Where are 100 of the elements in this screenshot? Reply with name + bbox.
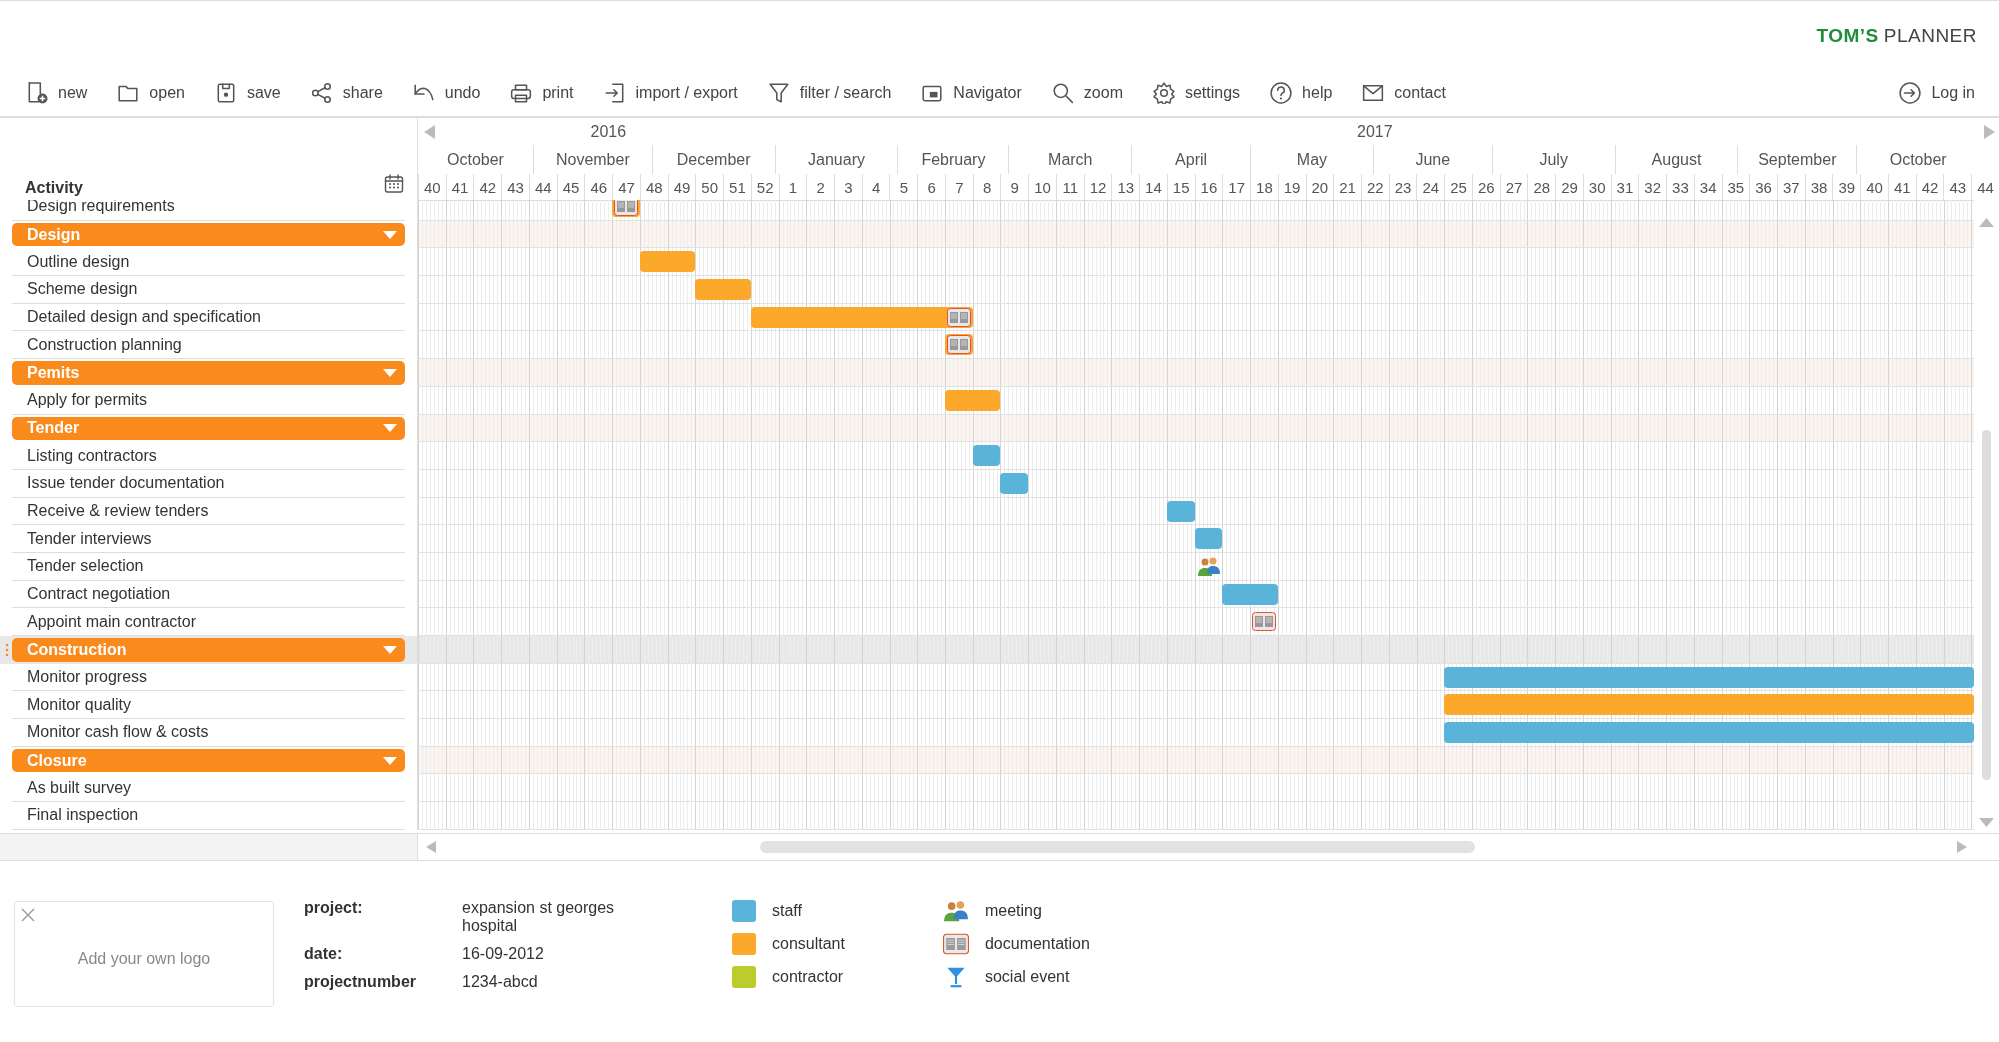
task-bar[interactable] <box>612 200 640 217</box>
week-number: 17 <box>1222 174 1251 200</box>
week-number: 7 <box>944 174 973 200</box>
week-number: 22 <box>1360 174 1389 200</box>
task-name[interactable]: Receive & review tenders <box>12 497 405 526</box>
task-name[interactable]: Monitor quality <box>12 691 405 720</box>
toolbar-button[interactable]: new <box>26 82 88 104</box>
task-name[interactable]: Outline design <box>12 248 405 277</box>
task-name[interactable]: As built survey <box>12 774 405 803</box>
info-value: 1234-abcd <box>462 973 539 991</box>
legend-label: documentation <box>984 935 1090 953</box>
week-number: 25 <box>1444 174 1472 200</box>
week-number: 12 <box>1083 174 1112 200</box>
week-number: 40 <box>1860 174 1888 200</box>
toolbar-button[interactable]: share <box>310 82 383 104</box>
week-number: 43 <box>1943 174 1972 200</box>
week-number: 29 <box>1555 174 1583 200</box>
week-number: 5 <box>889 174 918 200</box>
week-number: 37 <box>1777 174 1805 200</box>
year-label: 2016 <box>589 121 628 142</box>
login-button[interactable]: Log in <box>1899 82 1975 104</box>
month-label: September <box>1737 145 1857 174</box>
week-number: 1 <box>778 174 807 200</box>
task-bar[interactable] <box>1222 583 1278 605</box>
task-bar[interactable] <box>639 251 696 273</box>
task-name[interactable]: Issue tender documentation <box>12 469 405 498</box>
week-number: 42 <box>473 174 502 200</box>
toolbar-button[interactable]: help <box>1270 82 1333 104</box>
month-label: June <box>1372 145 1492 174</box>
scroll-right-icon[interactable] <box>1983 125 1995 139</box>
task-bar[interactable] <box>1194 528 1223 550</box>
week-number: 19 <box>1277 174 1306 200</box>
month-label: November <box>532 145 652 174</box>
calendar-icon[interactable] <box>383 173 405 195</box>
logo-product: PLANNER <box>1883 24 1977 47</box>
login-icon <box>1899 82 1922 104</box>
logo-upload-box[interactable]: Add your own logo <box>14 901 274 1007</box>
task-bar[interactable] <box>972 445 1001 467</box>
task-name[interactable]: Construction planning <box>12 331 405 360</box>
toolbar-button[interactable]: Navigator <box>921 82 1022 104</box>
week-number: 48 <box>639 174 668 200</box>
task-name[interactable]: Final inspection <box>12 802 405 830</box>
caret-icon[interactable] <box>383 424 397 433</box>
week-number: 27 <box>1499 174 1528 200</box>
task-name[interactable]: Scheme design <box>12 276 405 304</box>
task-name[interactable]: Tender interviews <box>12 525 405 553</box>
task-name[interactable]: Contract negotiation <box>12 580 405 609</box>
task-name[interactable]: Detailed design and specification <box>12 303 405 332</box>
caret-icon[interactable] <box>383 368 397 377</box>
task-name[interactable]: Monitor cash flow & costs <box>12 719 405 747</box>
toolbar-button[interactable]: filter / search <box>767 82 892 104</box>
toolbar-button[interactable]: open <box>117 82 185 104</box>
toolbar-button[interactable]: settings <box>1152 82 1241 104</box>
week-number: 6 <box>917 174 945 200</box>
toolbar-button[interactable]: import / export <box>603 82 738 104</box>
info-label: date: <box>304 945 344 963</box>
task-bar[interactable] <box>1444 722 1974 744</box>
scroll-left-icon[interactable] <box>426 841 436 853</box>
task-bar[interactable] <box>750 306 973 328</box>
book-icon <box>1251 612 1276 632</box>
year-label: 2017 <box>1356 121 1394 142</box>
legend-label: staff <box>772 902 802 920</box>
task-name[interactable]: Design requirements <box>12 200 405 221</box>
task-bar[interactable] <box>945 389 1001 411</box>
week-number: 31 <box>1610 174 1639 200</box>
task-name[interactable]: Monitor progress <box>12 663 405 692</box>
settings-icon <box>1152 82 1175 104</box>
task-bar[interactable] <box>1444 666 1974 688</box>
toolbar-button[interactable]: zoom <box>1051 82 1123 104</box>
task-name[interactable]: Listing contractors <box>12 442 405 470</box>
caret-icon[interactable] <box>383 645 397 654</box>
week-number: 13 <box>1111 174 1140 200</box>
week-number: 32 <box>1638 174 1667 200</box>
toolbar-button[interactable]: print <box>510 82 574 104</box>
week-number: 45 <box>556 174 585 200</box>
scrollbar-thumb[interactable] <box>760 841 1475 853</box>
week-number: 43 <box>501 174 529 200</box>
toolbar-button[interactable]: contact <box>1362 82 1446 104</box>
week-number: 23 <box>1388 174 1417 200</box>
scroll-left-icon[interactable] <box>424 125 436 139</box>
task-bar[interactable] <box>1166 500 1195 522</box>
drag-handle-icon[interactable] <box>5 643 9 657</box>
week-number: 35 <box>1721 174 1750 200</box>
task-bar[interactable] <box>945 334 973 356</box>
toolbar-button[interactable]: undo <box>412 82 481 104</box>
scroll-down-icon[interactable] <box>1979 818 1994 827</box>
task-bar[interactable] <box>1444 694 1974 716</box>
info-value: 16-09-2012 <box>462 945 545 963</box>
close-icon[interactable] <box>21 908 35 922</box>
scroll-right-icon[interactable] <box>1957 841 1967 853</box>
task-name[interactable]: Apply for permits <box>12 386 405 415</box>
scrollbar-thumb[interactable] <box>1982 430 1991 780</box>
scroll-up-icon[interactable] <box>1979 218 1994 227</box>
caret-icon[interactable] <box>383 756 397 765</box>
caret-icon[interactable] <box>383 230 397 239</box>
task-bar[interactable] <box>1000 472 1029 494</box>
toolbar-button[interactable]: save <box>214 82 281 104</box>
week-number: 46 <box>584 174 613 200</box>
task-bar[interactable] <box>695 279 751 301</box>
task-name[interactable]: Tender selection <box>12 552 405 581</box>
